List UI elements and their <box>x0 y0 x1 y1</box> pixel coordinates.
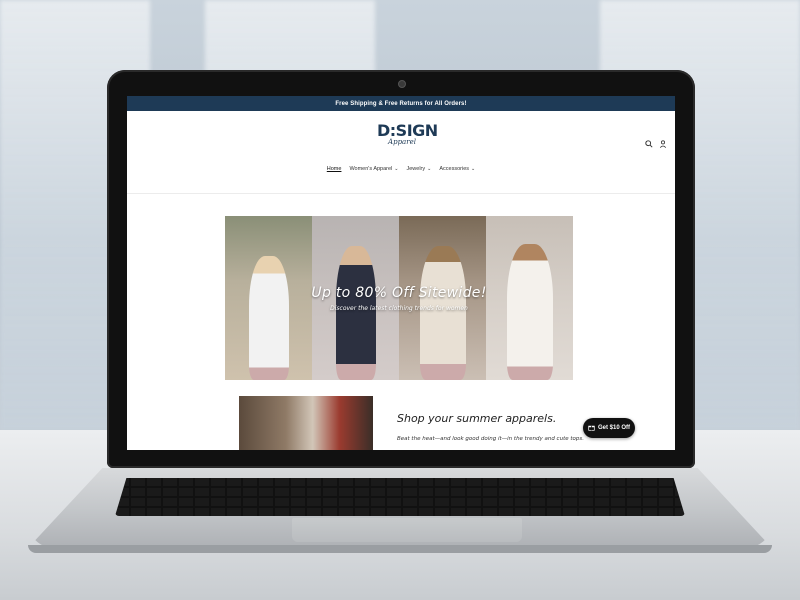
webcam-icon <box>398 80 406 88</box>
hero-banner[interactable]: Up to 80% Off Sitewide! Discover the lat… <box>225 216 573 380</box>
get-discount-button[interactable]: Get $10 Off <box>583 418 635 438</box>
promo-image[interactable] <box>239 396 373 450</box>
nav-item-label: Home <box>326 166 342 172</box>
site-header: D:SIGN Apparel Home Women's Apparel ⌄ Je… <box>127 111 675 194</box>
nav-item-accessories[interactable]: Accessories ⌄ <box>439 166 475 172</box>
announcement-text: Free Shipping & Free Returns for All Ord… <box>335 100 467 107</box>
nav-item-womens-apparel[interactable]: Women's Apparel ⌄ <box>349 166 398 172</box>
nav-item-label: Jewelry <box>406 166 426 172</box>
laptop-keyboard <box>115 478 685 516</box>
logo-main-text: D:SIGN <box>377 121 438 140</box>
hero-overlay: Up to 80% Off Sitewide! Discover the lat… <box>225 216 573 380</box>
nav-item-jewelry[interactable]: Jewelry ⌄ <box>407 166 432 172</box>
nav-item-home[interactable]: Home <box>327 166 342 172</box>
announcement-bar: Free Shipping & Free Returns for All Ord… <box>127 96 675 111</box>
hero-subtitle: Discover the latest clothing trends for … <box>330 304 468 312</box>
main-nav: Home Women's Apparel ⌄ Jewelry ⌄ Accesso… <box>127 166 675 172</box>
chevron-down-icon: ⌄ <box>394 166 399 172</box>
brand-logo[interactable]: D:SIGN Apparel <box>377 121 438 155</box>
account-icon[interactable] <box>659 135 667 148</box>
header-icons <box>645 135 667 148</box>
chevron-down-icon: ⌄ <box>427 166 432 172</box>
laptop-screen: Free Shipping & Free Returns for All Ord… <box>127 96 675 450</box>
search-icon[interactable] <box>645 135 653 148</box>
get-discount-label: Get $10 Off <box>597 425 630 431</box>
nav-item-label: Accessories <box>439 166 470 172</box>
laptop-base-lip <box>28 545 772 553</box>
laptop-lid: Free Shipping & Free Returns for All Ord… <box>107 70 695 468</box>
hero-title: Up to 80% Off Sitewide! <box>311 284 487 301</box>
chevron-down-icon: ⌄ <box>471 166 476 172</box>
nav-item-label: Women's Apparel <box>349 166 393 172</box>
laptop-trackpad <box>292 518 522 542</box>
promo-text: Beat the heat—and look good doing it—in … <box>397 436 584 442</box>
promo-title: Shop your summer apparels. <box>397 412 557 425</box>
gift-icon <box>588 424 595 433</box>
